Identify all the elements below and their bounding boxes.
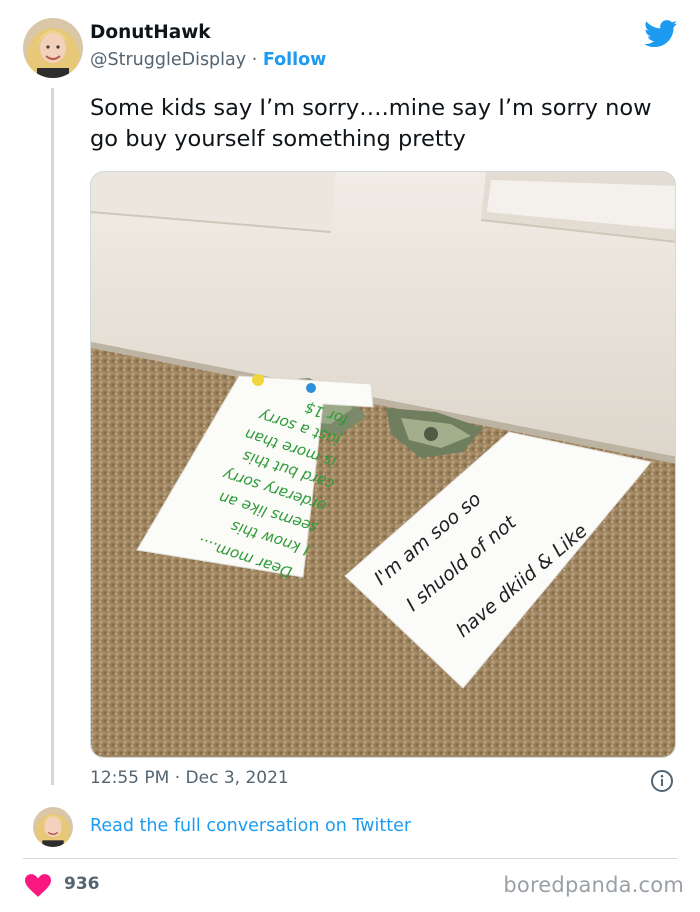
follow-button[interactable]: Follow xyxy=(263,50,326,70)
footer-divider xyxy=(23,858,677,859)
like-count: 936 xyxy=(64,874,100,894)
author-handle[interactable]: @StruggleDisplay xyxy=(90,50,246,70)
twitter-bird-icon[interactable] xyxy=(644,20,678,48)
tweet-timestamp[interactable]: 12:55 PM · Dec 3, 2021 xyxy=(90,768,289,788)
author-avatar[interactable] xyxy=(23,18,83,78)
handle-separator: · xyxy=(251,50,258,70)
info-icon[interactable] xyxy=(650,769,674,793)
tweet-photo[interactable]: Dear mom.... I know this seems like an o… xyxy=(90,171,676,758)
author-display-name[interactable]: DonutHawk xyxy=(90,22,211,43)
tweet-text: Some kids say I’m sorry….mine say I’m so… xyxy=(90,95,652,152)
author-handle-row: @StruggleDisplay · Follow xyxy=(90,50,326,70)
conversation-avatar[interactable] xyxy=(33,807,73,847)
boredpanda-watermark: boredpanda.com xyxy=(503,873,684,897)
thread-line xyxy=(51,88,54,785)
heart-icon[interactable] xyxy=(25,874,51,897)
read-conversation-link[interactable]: Read the full conversation on Twitter xyxy=(90,816,411,836)
